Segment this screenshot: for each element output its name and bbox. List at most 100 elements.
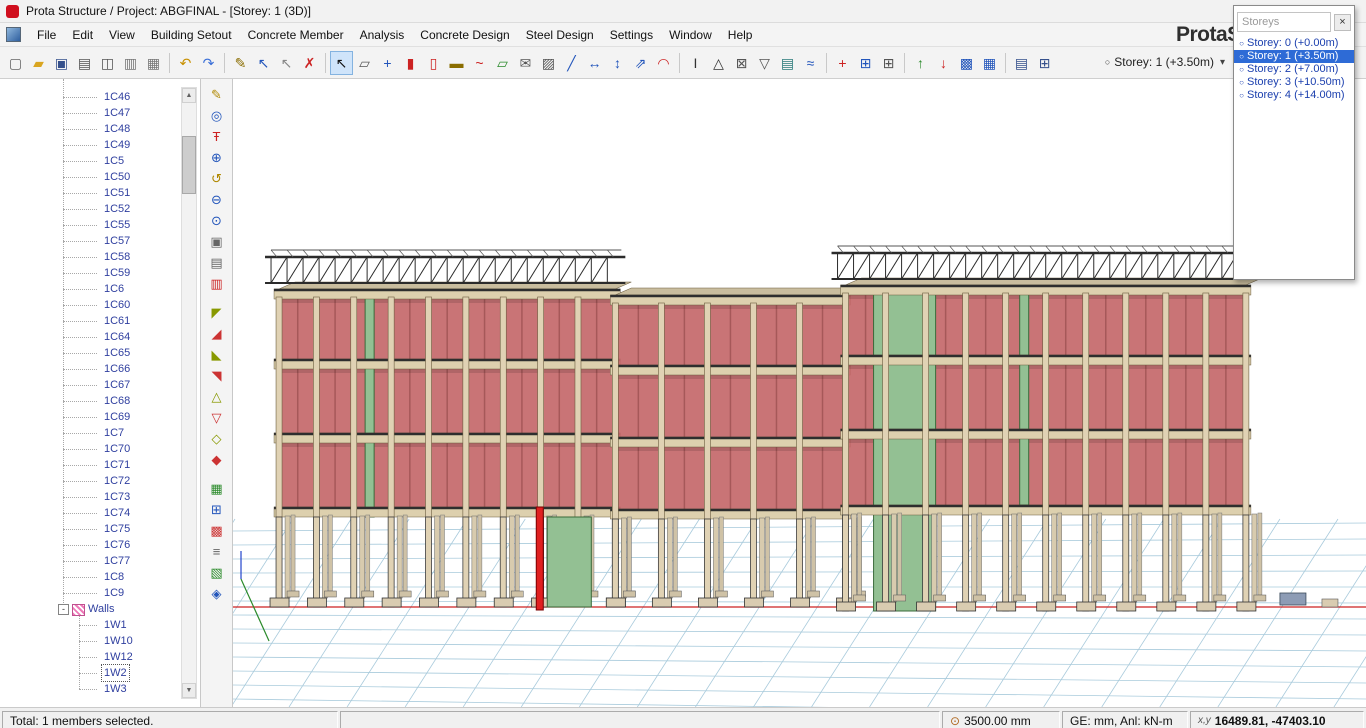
tree-item-1c66[interactable]: 1C66 xyxy=(0,361,200,377)
polyline-tool-icon[interactable]: ~ xyxy=(468,51,491,75)
menu-steel-design[interactable]: Steel Design xyxy=(518,25,602,45)
pencil-tool-icon[interactable]: ✎ xyxy=(207,85,227,104)
tree-item-1c60[interactable]: 1C60 xyxy=(0,297,200,313)
arc-tool-icon[interactable]: ◠ xyxy=(652,51,675,75)
selected-member[interactable] xyxy=(535,506,544,611)
tree-item-1c9[interactable]: 1C9 xyxy=(0,585,200,601)
menu-view[interactable]: View xyxy=(101,25,143,45)
tree-item-1c76[interactable]: 1C76 xyxy=(0,537,200,553)
tree-item-1c6[interactable]: 1C6 xyxy=(0,281,200,297)
grid-view-icon[interactable]: ⊞ xyxy=(207,500,227,519)
section-marker-d-icon[interactable]: ◥ xyxy=(207,366,227,385)
rotate-view-icon[interactable]: ↺ xyxy=(207,169,227,188)
tree-item-1c71[interactable]: 1C71 xyxy=(0,457,200,473)
zoom-in-icon[interactable]: ⊕ xyxy=(207,148,227,167)
marquee-select-icon[interactable]: ▱ xyxy=(353,51,376,75)
tree-item-1c68[interactable]: 1C68 xyxy=(0,393,200,409)
deck-tool-icon[interactable]: ▤ xyxy=(776,51,799,75)
tree-item-1c47[interactable]: 1C47 xyxy=(0,105,200,121)
elevation-marker-a-icon[interactable]: △ xyxy=(207,387,227,406)
measure-tool-icon[interactable]: ▥ xyxy=(207,274,227,293)
tree-item-1c57[interactable]: 1C57 xyxy=(0,233,200,249)
select-pointer-icon[interactable]: ↖ xyxy=(330,50,353,75)
tree-item-1c49[interactable]: 1C49 xyxy=(0,137,200,153)
tree-item-1c65[interactable]: 1C65 xyxy=(0,345,200,361)
elevation-marker-b-icon[interactable]: ▽ xyxy=(207,408,227,427)
section-marker-b-icon[interactable]: ◢ xyxy=(207,324,227,343)
close-icon[interactable]: × xyxy=(1334,13,1351,31)
tree-item-1w3[interactable]: 1W3 xyxy=(0,681,200,697)
tree-item-1c48[interactable]: 1C48 xyxy=(0,121,200,137)
section-marker-c-icon[interactable]: ◣ xyxy=(207,345,227,364)
cross-section-tool-icon[interactable]: ⊠ xyxy=(730,51,753,75)
menu-file[interactable]: File xyxy=(29,25,64,45)
export-document-icon[interactable]: ▥ xyxy=(119,51,142,75)
scroll-up-icon[interactable]: ▲ xyxy=(182,88,196,103)
storey-option[interactable]: ○ Storey: 3 (+10.50m) xyxy=(1234,76,1354,89)
view-report-icon[interactable]: ▤ xyxy=(1010,51,1033,75)
pattern-tool-icon[interactable]: ▩ xyxy=(955,51,978,75)
tree-item-1c67[interactable]: 1C67 xyxy=(0,377,200,393)
snap-grid-icon[interactable]: + xyxy=(376,51,399,75)
menu-window[interactable]: Window xyxy=(661,25,720,45)
storey-selector[interactable]: ○ Storey: 1 (+3.50m) ▾ xyxy=(1100,51,1230,73)
tree-item-1c46[interactable]: 1C46 xyxy=(0,89,200,105)
menu-building-setout[interactable]: Building Setout xyxy=(143,25,240,45)
node-marker-icon[interactable]: ◇ xyxy=(207,429,227,448)
collapse-toggle-icon[interactable]: - xyxy=(58,604,69,615)
open-folder-icon[interactable]: ▰ xyxy=(27,51,50,75)
tree-item-1c5[interactable]: 1C5 xyxy=(0,153,200,169)
mesh-view-icon[interactable]: ▦ xyxy=(207,479,227,498)
truss-tool-icon[interactable]: △ xyxy=(707,51,730,75)
pick-pencil-icon[interactable]: ✎ xyxy=(229,51,252,75)
envelope-tool-icon[interactable]: ✉ xyxy=(514,51,537,75)
tree-item-1c72[interactable]: 1C72 xyxy=(0,473,200,489)
redo-icon[interactable]: ↷ xyxy=(197,51,220,75)
tree-item-1c74[interactable]: 1C74 xyxy=(0,505,200,521)
report-table-icon[interactable]: ▦ xyxy=(978,51,1001,75)
tree-item-1c70[interactable]: 1C70 xyxy=(0,441,200,457)
delete-member-icon[interactable]: ✗ xyxy=(298,51,321,75)
marker-tool-icon[interactable]: Ŧ xyxy=(207,127,227,146)
slab-tool-icon[interactable]: ▱ xyxy=(491,51,514,75)
storey-option[interactable]: ○ Storey: 0 (+0.00m) xyxy=(1234,37,1354,50)
axis-tool-icon[interactable]: + xyxy=(831,51,854,75)
table-tool-icon[interactable]: ⊞ xyxy=(854,51,877,75)
tree-item-1c61[interactable]: 1C61 xyxy=(0,313,200,329)
tree-item-1c75[interactable]: 1C75 xyxy=(0,521,200,537)
menu-concrete-design[interactable]: Concrete Design xyxy=(412,25,517,45)
beam-tool-icon[interactable]: ▬ xyxy=(445,51,468,75)
hatch-tool-icon[interactable]: ▨ xyxy=(537,51,560,75)
wall-tool-icon[interactable]: ▯ xyxy=(422,51,445,75)
tree-item-1w12[interactable]: 1W12 xyxy=(0,649,200,665)
storey-down-icon[interactable]: ↓ xyxy=(932,51,955,75)
tree-item-1c69[interactable]: 1C69 xyxy=(0,409,200,425)
tree-item-1c73[interactable]: 1C73 xyxy=(0,489,200,505)
menu-edit[interactable]: Edit xyxy=(64,25,101,45)
grid-table-tool-icon[interactable]: ⊞ xyxy=(877,51,900,75)
steel-section-tool-icon[interactable]: I xyxy=(684,51,707,75)
layers-view-icon[interactable]: ≡ xyxy=(207,542,227,561)
dim-horizontal-icon[interactable]: ↔ xyxy=(583,51,606,75)
view-grid-icon[interactable]: ⊞ xyxy=(1033,51,1056,75)
pick-remove-icon[interactable]: ↖ xyxy=(275,51,298,75)
print-preview-icon[interactable]: ◫ xyxy=(96,51,119,75)
menu-settings[interactable]: Settings xyxy=(602,25,661,45)
tree-node-walls[interactable]: - Walls xyxy=(0,601,200,617)
tree-item-1c7[interactable]: 1C7 xyxy=(0,425,200,441)
menu-analysis[interactable]: Analysis xyxy=(352,25,413,45)
node-marker-filled-icon[interactable]: ◆ xyxy=(207,450,227,469)
hatch-view-icon[interactable]: ▩ xyxy=(207,521,227,540)
pattern-view-icon[interactable]: ▧ xyxy=(207,563,227,582)
column-tool-icon[interactable]: ▮ xyxy=(399,51,422,75)
print-icon[interactable]: ▤ xyxy=(73,51,96,75)
model-3d[interactable] xyxy=(233,79,1366,707)
tree-item-1w2[interactable]: 1W2 xyxy=(0,664,200,682)
tree-item-1c55[interactable]: 1C55 xyxy=(0,217,200,233)
report-document-icon[interactable]: ▦ xyxy=(142,51,165,75)
tree-item-1c52[interactable]: 1C52 xyxy=(0,201,200,217)
tree-item-1c8[interactable]: 1C8 xyxy=(0,569,200,585)
snap-target-icon[interactable]: ◎ xyxy=(207,106,227,125)
storey-option[interactable]: ○ Storey: 1 (+3.50m) xyxy=(1234,50,1354,63)
storey-option[interactable]: ○ Storey: 2 (+7.00m) xyxy=(1234,63,1354,76)
